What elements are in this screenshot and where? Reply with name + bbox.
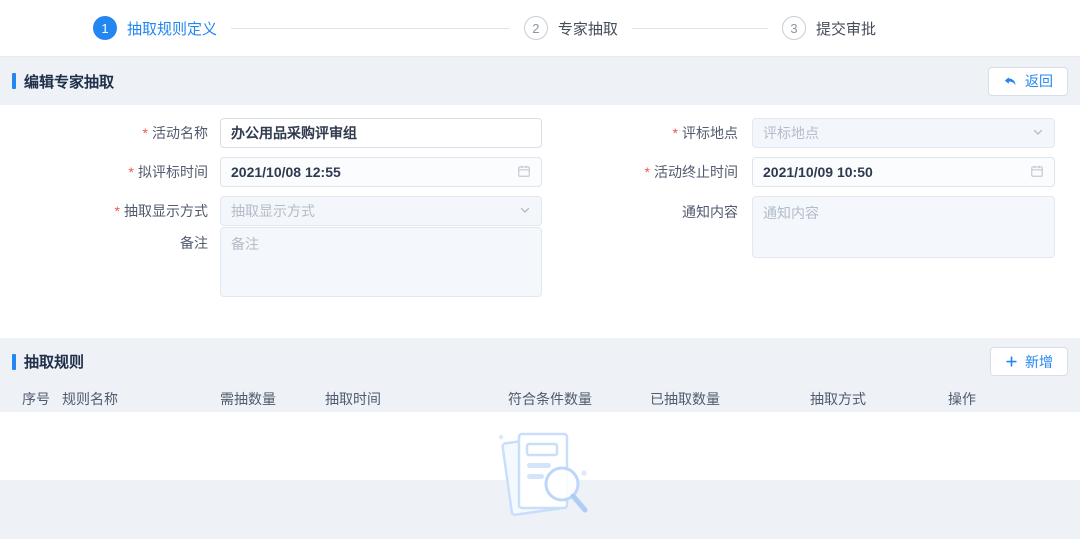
chevron-down-icon [1032,125,1044,141]
step-2-number: 2 [523,16,548,40]
document-search-icon [487,424,593,539]
eval-location-placeholder: 评标地点 [763,125,819,141]
add-rule-label: 新增 [1025,353,1053,370]
calendar-icon [1030,164,1044,181]
rules-section-title: 抽取规则 [24,354,85,371]
required-mark: * [114,203,120,219]
back-button[interactable]: 返回 [988,66,1068,96]
required-mark: * [644,164,650,180]
edit-section-header: 编辑专家抽取 返回 [0,57,1080,105]
display-mode-select[interactable]: 抽取显示方式 [220,196,542,226]
remark-field: 备注 [60,227,542,297]
step-connector [231,27,510,29]
eval-location-field: * 评标地点 评标地点 [560,118,1055,148]
display-mode-label: 抽取显示方式 [124,203,208,219]
column-header-matching-count: 符合条件数量 [508,390,592,407]
back-arrow-icon [1003,74,1018,89]
step-rule-definition[interactable]: 1 抽取规则定义 [93,16,217,40]
notice-content-label: 通知内容 [682,204,738,220]
column-header-extract-method: 抽取方式 [810,390,866,407]
notice-content-field: 通知内容 [560,196,1055,258]
edit-section-title: 编辑专家抽取 [24,73,115,91]
step-1-label: 抽取规则定义 [127,20,218,38]
activity-name-label: 活动名称 [152,125,208,141]
step-3-label: 提交审批 [815,20,876,38]
column-header-needed-count: 需抽数量 [220,390,276,407]
display-mode-field: * 抽取显示方式 抽取显示方式 [60,196,542,226]
column-header-rule-name: 规则名称 [62,390,118,407]
step-2-label: 专家抽取 [557,20,618,38]
planned-time-input[interactable]: 2021/10/08 12:55 [220,157,542,187]
back-button-label: 返回 [1025,73,1053,89]
remark-textarea[interactable] [220,227,542,297]
column-header-index: 序号 [22,390,50,407]
rules-section-header: 抽取规则 新增 [0,338,1080,385]
end-time-label: 活动终止时间 [654,164,738,180]
column-header-extracted-count: 已抽取数量 [650,390,720,407]
rules-table-body [0,412,1080,516]
add-rule-button[interactable]: 新增 [990,347,1068,376]
required-mark: * [672,125,678,141]
activity-name-input[interactable] [220,118,542,148]
end-time-field: * 活动终止时间 2021/10/09 10:50 [560,157,1055,187]
eval-location-label: 评标地点 [682,125,738,141]
plus-icon [1005,355,1018,368]
planned-time-value: 2021/10/08 12:55 [231,164,341,180]
notice-content-textarea[interactable] [752,196,1055,258]
section-accent-bar [12,73,16,89]
step-1-number: 1 [93,16,117,40]
expert-extraction-form: * 活动名称 * 评标地点 评标地点 * 拟评标时间 2021/10/08 12… [0,105,1080,338]
step-connector [631,27,768,29]
step-submit-approval[interactable]: 3 提交审批 [781,16,876,40]
planned-time-label: 拟评标时间 [138,164,208,180]
required-mark: * [142,125,148,141]
wizard-stepper: 1 抽取规则定义 2 专家抽取 3 提交审批 [0,0,1080,57]
step-expert-extraction[interactable]: 2 专家抽取 [523,16,618,40]
section-accent-bar [12,353,16,370]
end-time-input[interactable]: 2021/10/09 10:50 [752,157,1055,187]
display-mode-placeholder: 抽取显示方式 [231,203,315,219]
remark-label: 备注 [180,235,208,251]
chevron-down-icon [519,203,531,219]
planned-time-field: * 拟评标时间 2021/10/08 12:55 [60,157,542,187]
column-header-actions: 操作 [948,390,976,407]
calendar-icon [517,164,531,181]
column-header-extract-time: 抽取时间 [325,390,381,407]
required-mark: * [128,164,134,180]
end-time-value: 2021/10/09 10:50 [763,164,873,180]
eval-location-select[interactable]: 评标地点 [752,118,1055,148]
step-3-number: 3 [781,16,806,40]
rules-table-header: 序号 规则名称 需抽数量 抽取时间 符合条件数量 已抽取数量 抽取方式 操作 [0,385,1080,412]
activity-name-field: * 活动名称 [60,118,542,148]
